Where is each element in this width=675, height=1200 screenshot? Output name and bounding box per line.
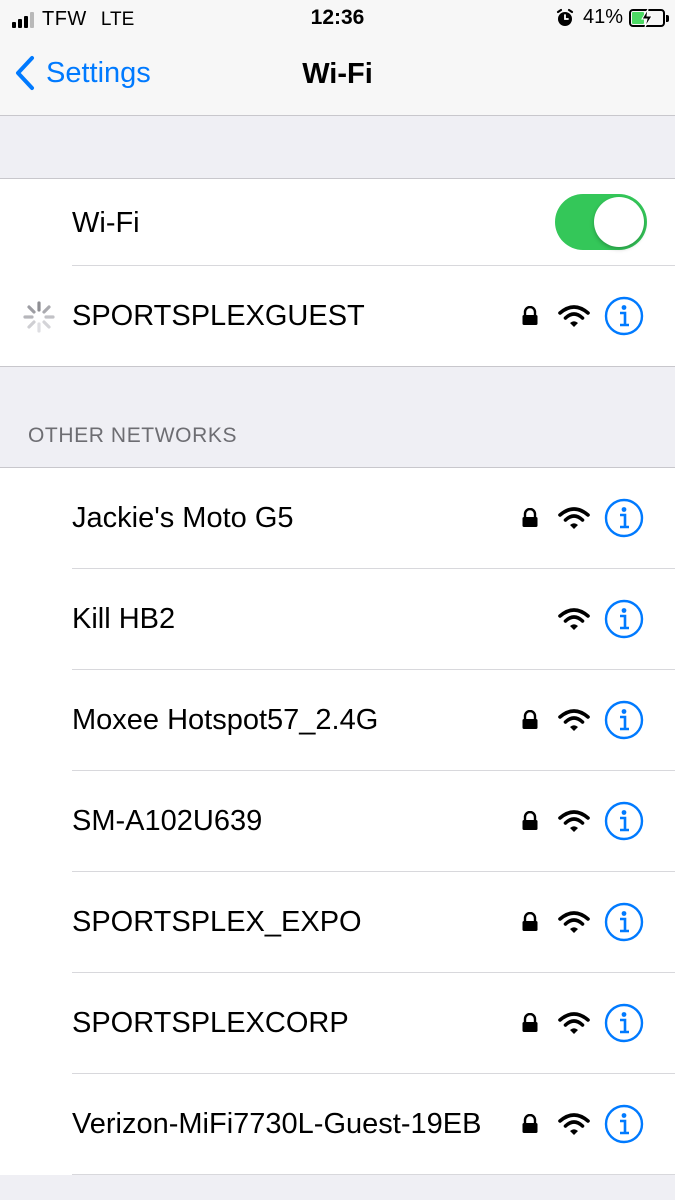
page-title: Wi-Fi <box>302 58 373 90</box>
lock-icon <box>522 811 538 830</box>
network-row[interactable]: Jackie's Moto G5 <box>0 468 675 569</box>
battery-percentage: 41% <box>582 6 623 28</box>
wifi-signal-icon <box>558 608 590 630</box>
loading-spinner-icon <box>23 301 55 333</box>
battery-icon <box>629 8 669 27</box>
network-row[interactable]: Moxee Hotspot57_2.4G <box>0 670 675 771</box>
info-icon[interactable] <box>604 801 644 841</box>
wifi-signal-icon <box>558 709 590 731</box>
navigation-bar: Settings Wi-Fi <box>0 38 675 116</box>
network-row[interactable]: SM-A102U639 <box>0 771 675 872</box>
wifi-toggle-row: Wi-Fi <box>0 179 675 266</box>
network-name: SM-A102U639 <box>72 805 263 837</box>
wifi-signal-icon <box>558 810 590 832</box>
network-name: Verizon-MiFi7730L-Guest-19EB <box>72 1108 482 1140</box>
info-icon[interactable] <box>604 1003 644 1043</box>
wifi-signal-icon <box>558 507 590 529</box>
wifi-group: Wi-Fi SPORTSPLEXGUEST <box>0 178 675 367</box>
lock-icon <box>522 306 538 325</box>
info-icon[interactable] <box>604 599 644 639</box>
alarm-clock-icon <box>556 8 574 26</box>
info-icon[interactable] <box>604 296 644 336</box>
other-networks-list: Jackie's Moto G5 Kill HB2 Moxee Hotspot57_… <box>0 467 675 1175</box>
wifi-toggle-label: Wi-Fi <box>72 207 140 239</box>
info-icon[interactable] <box>604 902 644 942</box>
info-icon[interactable] <box>604 700 644 740</box>
wifi-signal-icon <box>558 1012 590 1034</box>
current-network-row[interactable]: SPORTSPLEXGUEST <box>0 266 675 366</box>
status-right: 41% <box>555 6 669 29</box>
wifi-signal-icon <box>558 911 590 933</box>
wifi-signal-icon <box>558 1113 590 1135</box>
toggle-knob <box>594 197 644 247</box>
lock-icon <box>522 508 538 527</box>
charging-bolt-icon <box>641 8 653 27</box>
network-name: Kill HB2 <box>72 603 176 635</box>
status-bar: TFW LTE 12:36 41% <box>0 0 675 38</box>
info-icon[interactable] <box>604 498 644 538</box>
wifi-settings-screen: TFW LTE 12:36 41% Settings Wi-Fi Wi-Fi S… <box>0 0 675 1200</box>
network-row[interactable]: SPORTSPLEXCORP <box>0 973 675 1074</box>
network-row[interactable]: Kill HB2 <box>0 569 675 670</box>
lock-icon <box>522 1013 538 1032</box>
network-name: SPORTSPLEXCORP <box>72 1007 349 1039</box>
other-networks-header: OTHER NETWORKS <box>28 424 238 447</box>
wifi-toggle-switch[interactable] <box>555 194 647 250</box>
network-name: Moxee Hotspot57_2.4G <box>72 704 379 736</box>
current-network-name: SPORTSPLEXGUEST <box>72 300 365 332</box>
lock-icon <box>522 912 538 931</box>
info-icon[interactable] <box>604 1104 644 1144</box>
network-name: Jackie's Moto G5 <box>72 502 294 534</box>
network-name: SPORTSPLEX_EXPO <box>72 906 362 938</box>
lock-icon <box>522 1114 538 1133</box>
network-row[interactable]: Verizon-MiFi7730L-Guest-19EB <box>0 1074 675 1175</box>
wifi-signal-icon <box>558 305 590 327</box>
lock-icon <box>522 710 538 729</box>
network-row[interactable]: SPORTSPLEX_EXPO <box>0 872 675 973</box>
